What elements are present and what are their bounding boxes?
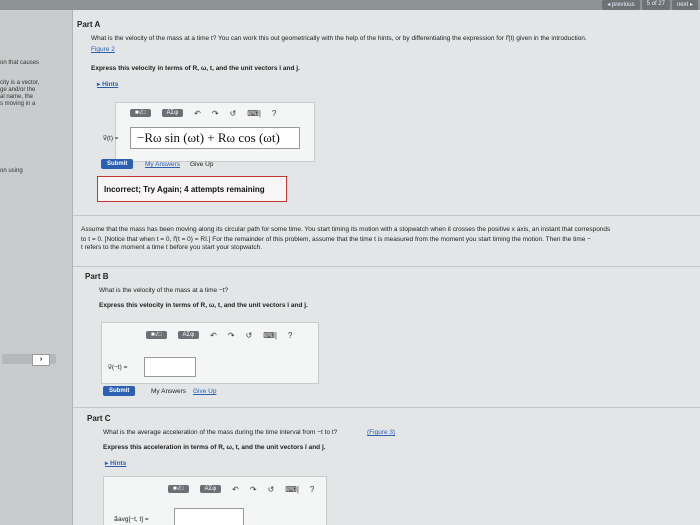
assume-line-3: t refers to the moment a time t before y…: [81, 244, 262, 251]
redo-icon[interactable]: ↷: [250, 485, 257, 494]
sidebar: on that causes city is a vector, ge and/…: [0, 10, 73, 525]
part-b-give-up-link[interactable]: Give Up: [193, 388, 216, 395]
pager: ◂ previous 5 of 27 next ▸: [602, 0, 698, 10]
part-a-title: Part A: [77, 20, 101, 29]
help-icon[interactable]: ?: [310, 485, 314, 494]
matrix-template-button[interactable]: ■√□: [130, 109, 151, 117]
divider: [73, 266, 700, 267]
part-a-instruction: Express this velocity in terms of R, ω, …: [91, 65, 300, 72]
greek-symbols-button[interactable]: ΑΣφ: [177, 331, 200, 339]
help-icon[interactable]: ?: [288, 331, 292, 340]
part-b-answer-box: ■√□ ΑΣφ ↶ ↷ ↺ ⌨| ? v⃗(−t) =: [101, 322, 319, 384]
part-a-my-answers-link[interactable]: My Answers: [145, 161, 180, 168]
part-c-answer-box: ■√□ ΑΣφ ↶ ↷ ↺ ⌨| ? a⃗avg[−t, t] =: [103, 476, 327, 525]
part-a-submit-button[interactable]: Submit: [101, 159, 134, 169]
part-a-give-up-link[interactable]: Give Up: [190, 161, 213, 168]
part-a-answer-value: −Rω sin (ωt) + Rω cos (ωt): [137, 130, 280, 145]
part-a-input-label: v⃗(t) =: [103, 135, 119, 142]
part-c-toolbar: ■√□ ΑΣφ ↶ ↷ ↺ ⌨| ?: [168, 483, 314, 495]
part-c-hints-link[interactable]: ▸ Hints: [105, 459, 126, 467]
undo-icon[interactable]: ↶: [210, 331, 217, 340]
undo-icon[interactable]: ↶: [194, 109, 201, 118]
top-bar: ◂ previous 5 of 27 next ▸: [0, 0, 700, 10]
greek-symbols-button[interactable]: ΑΣφ: [161, 109, 184, 117]
part-a-answer-input[interactable]: −Rω sin (ωt) + Rω cos (ωt): [130, 127, 300, 149]
part-b-question: What is the velocity of the mass at a ti…: [99, 287, 229, 294]
part-b-answer-input[interactable]: [144, 357, 196, 377]
sidebar-nav: ›: [2, 354, 56, 366]
part-c-question: What is the average acceleration of the …: [103, 429, 338, 436]
sidebar-next-button[interactable]: ›: [32, 354, 50, 366]
main-content: Part A What is the velocity of the mass …: [73, 10, 700, 525]
next-link[interactable]: next ▸: [671, 0, 698, 10]
matrix-template-button[interactable]: ■√□: [168, 485, 189, 493]
sidebar-text-2: city is a vector, ge and/or the al name,…: [0, 80, 40, 107]
redo-icon[interactable]: ↷: [212, 109, 219, 118]
part-b-submit-button[interactable]: Submit: [103, 386, 136, 396]
sidebar-text-1: on that causes: [0, 60, 40, 66]
reset-icon[interactable]: ↺: [230, 109, 237, 118]
help-icon[interactable]: ?: [272, 109, 276, 118]
part-b-instruction: Express this velocity in terms of R, ω, …: [99, 302, 308, 309]
part-a-feedback: Incorrect; Try Again; 4 attempts remaini…: [97, 176, 287, 202]
part-a-toolbar: ■√□ ΑΣφ ↶ ↷ ↺ ⌨| ?: [130, 107, 276, 119]
part-c-figure-link[interactable]: (Figure 3): [367, 429, 395, 436]
reset-icon[interactable]: ↺: [268, 485, 275, 494]
reset-icon[interactable]: ↺: [246, 331, 253, 340]
part-b-input-label: v⃗(−t) =: [108, 364, 128, 371]
matrix-template-button[interactable]: ■√□: [146, 331, 167, 339]
undo-icon[interactable]: ↶: [232, 485, 239, 494]
divider: [73, 407, 700, 408]
part-a-hints-link[interactable]: ▸ Hints: [97, 80, 118, 88]
divider: [73, 215, 700, 216]
redo-icon[interactable]: ↷: [228, 331, 235, 340]
keyboard-icon[interactable]: ⌨|: [263, 331, 277, 340]
part-c-answer-input[interactable]: [174, 508, 244, 525]
screen: ◂ previous 5 of 27 next ▸ on that causes…: [0, 0, 700, 525]
part-a-question: What is the velocity of the mass at a ti…: [91, 35, 587, 42]
part-c-input-label: a⃗avg[−t, t] =: [114, 516, 149, 523]
part-b-toolbar: ■√□ ΑΣφ ↶ ↷ ↺ ⌨| ?: [146, 329, 292, 341]
part-c-instruction: Express this acceleration in terms of R,…: [103, 444, 326, 451]
part-c-title: Part C: [87, 414, 111, 423]
part-a-answer-box: ■√□ ΑΣφ ↶ ↷ ↺ ⌨| ? v⃗(t) = −Rω sin (ωt) …: [103, 102, 315, 162]
greek-symbols-button[interactable]: ΑΣφ: [199, 485, 222, 493]
part-a-figure-link[interactable]: Figure 2: [91, 46, 115, 53]
sidebar-text-3: on using: [0, 168, 23, 174]
previous-link[interactable]: ◂ previous: [602, 0, 640, 10]
part-b-title: Part B: [85, 272, 109, 281]
page-position: 5 of 27: [641, 0, 670, 10]
keyboard-icon[interactable]: ⌨|: [285, 485, 299, 494]
assume-line-1: Assume that the mass has been moving alo…: [81, 226, 611, 233]
assume-line-2: to t = 0. [Notice that when t = 0, r⃗(t …: [81, 236, 591, 243]
part-b-my-answers-link[interactable]: My Answers: [151, 388, 186, 395]
keyboard-icon[interactable]: ⌨|: [247, 109, 261, 118]
